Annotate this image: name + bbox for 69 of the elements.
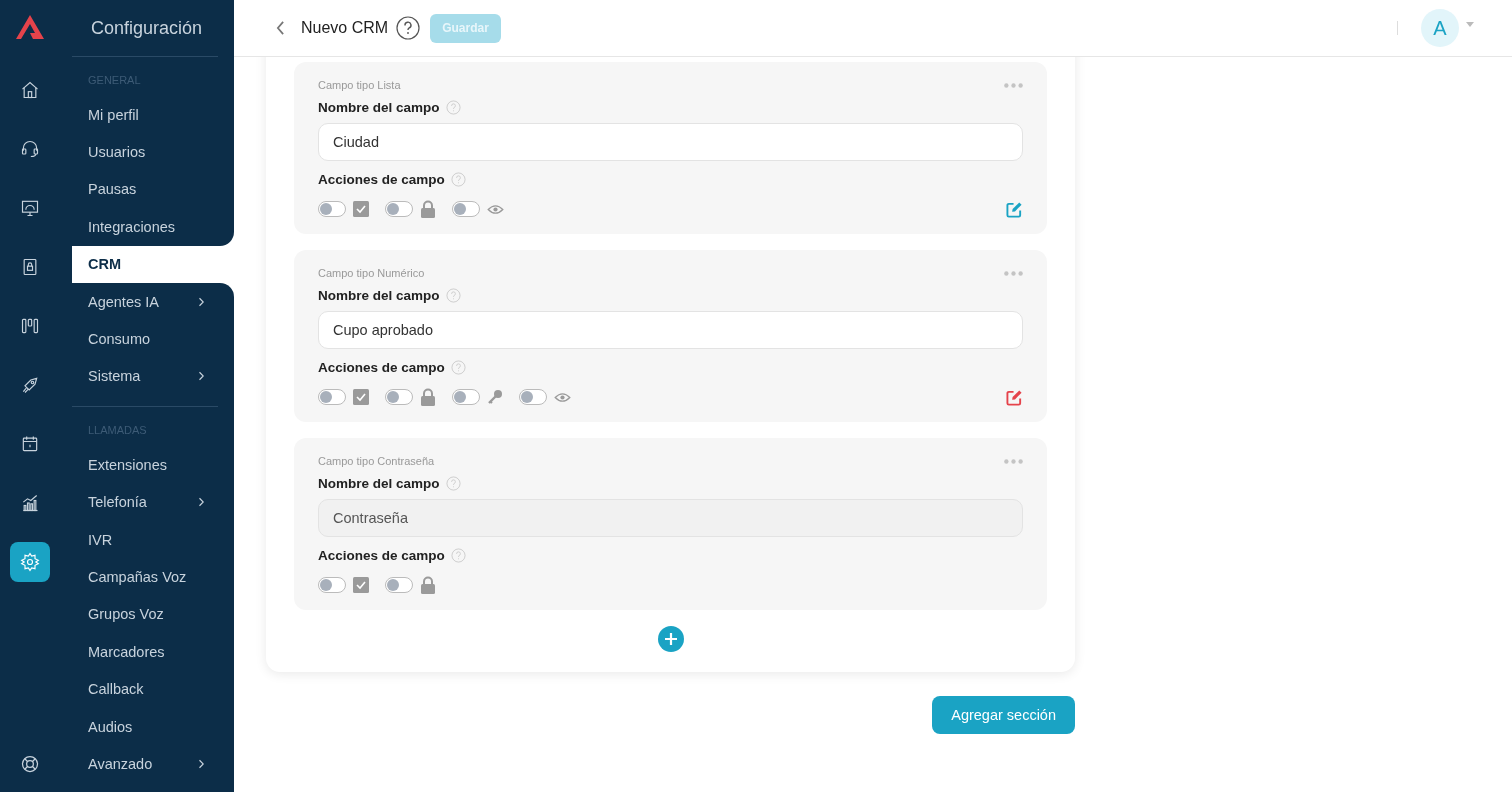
input-field[interactable]: Ciudad <box>318 123 1023 161</box>
toggle-switch[interactable] <box>519 389 547 405</box>
edit-icon[interactable] <box>1006 388 1023 406</box>
logo-icon <box>15 14 45 40</box>
sidebar-row[interactable]: Extensiones <box>72 446 234 484</box>
checkbox-icon <box>353 201 369 217</box>
sidebar-item[interactable]: Audios <box>88 718 204 735</box>
help-icon[interactable] <box>396 16 421 40</box>
sidebar-row[interactable]: IVR <box>72 520 234 559</box>
more-icon[interactable] <box>1004 82 1023 88</box>
field-type-label: Campo tipo Lista <box>318 79 401 91</box>
more-icon[interactable] <box>1004 270 1023 276</box>
sidebar-item[interactable]: Integraciones <box>88 218 204 235</box>
lifebuoy-icon[interactable] <box>20 754 40 774</box>
toggle-switch[interactable] <box>385 201 413 217</box>
sidebar-item[interactable]: Mi perfil <box>88 106 204 123</box>
toggle-switch[interactable] <box>318 389 346 405</box>
edit-icon[interactable] <box>1006 200 1023 218</box>
add-icon[interactable] <box>657 626 684 652</box>
lock-icon <box>420 200 436 218</box>
field-label: Acciones de campo <box>318 172 445 187</box>
chevron-right-icon[interactable] <box>198 758 204 769</box>
sidebar-item[interactable]: Marcadores <box>88 643 204 660</box>
key-icon <box>487 389 503 405</box>
chevron-right-icon[interactable] <box>198 296 204 307</box>
sidebar-item[interactable]: Campañas Voz <box>88 569 204 585</box>
field-label: Nombre del campo <box>318 100 440 115</box>
input-field[interactable]: Cupo aprobado <box>318 311 1023 349</box>
sidebar-row[interactable]: Pausas <box>72 170 234 209</box>
sidebar-item[interactable]: IVR <box>88 531 204 548</box>
toggle-switch[interactable] <box>452 389 480 405</box>
sidebar-item[interactable]: Usuarios <box>88 144 204 161</box>
more-icon[interactable] <box>1004 458 1023 464</box>
sidebar-row[interactable]: Mi perfil <box>72 96 234 134</box>
chevron-right-icon[interactable] <box>198 371 204 382</box>
sidebar-row[interactable]: Marcadores <box>72 633 234 671</box>
sidebar-item[interactable]: Consumo <box>88 331 204 348</box>
back-icon[interactable] <box>276 21 285 35</box>
lock-icon <box>420 388 436 406</box>
page-title: Nuevo CRM <box>301 19 389 37</box>
sidebar-row[interactable]: Audios <box>72 707 234 746</box>
eye-icon <box>487 203 504 215</box>
caret-icon[interactable] <box>1466 21 1474 27</box>
field-type-label: Campo tipo Numérico <box>318 267 425 279</box>
sidebar-row[interactable]: Campañas Voz <box>72 558 234 596</box>
sidebar-item[interactable]: CRM <box>88 256 204 273</box>
checkbox-icon <box>353 577 369 593</box>
sidebar-item[interactable]: Extensiones <box>88 456 204 473</box>
field-label: Nombre del campo <box>318 476 440 491</box>
sidebar-row[interactable]: Usuarios <box>72 133 234 171</box>
field-label: Acciones de campo <box>318 548 445 563</box>
sidebar-row[interactable]: Grupos Voz <box>72 595 234 634</box>
sidebar-item[interactable]: Pausas <box>88 181 204 198</box>
sidebar-row[interactable]: Callback <box>72 670 234 708</box>
sidebar-item[interactable]: Grupos Voz <box>88 606 204 623</box>
sidebar-row[interactable]: Consumo <box>72 320 234 358</box>
toggle-switch[interactable] <box>452 201 480 217</box>
field-label: Acciones de campo <box>318 360 445 375</box>
settings-icon[interactable] <box>10 542 50 582</box>
sidebar-row[interactable]: Integraciones <box>72 208 234 246</box>
toggle-switch[interactable] <box>385 389 413 405</box>
lock-icon <box>420 576 436 594</box>
sidebar-item[interactable]: Callback <box>88 681 204 698</box>
checkbox-icon <box>353 389 369 405</box>
chevron-right-icon[interactable] <box>198 497 204 508</box>
eye-icon <box>554 391 571 403</box>
field-label: Nombre del campo <box>318 288 440 303</box>
toggle-switch[interactable] <box>318 201 346 217</box>
field-type-label: Campo tipo Contraseña <box>318 455 435 467</box>
